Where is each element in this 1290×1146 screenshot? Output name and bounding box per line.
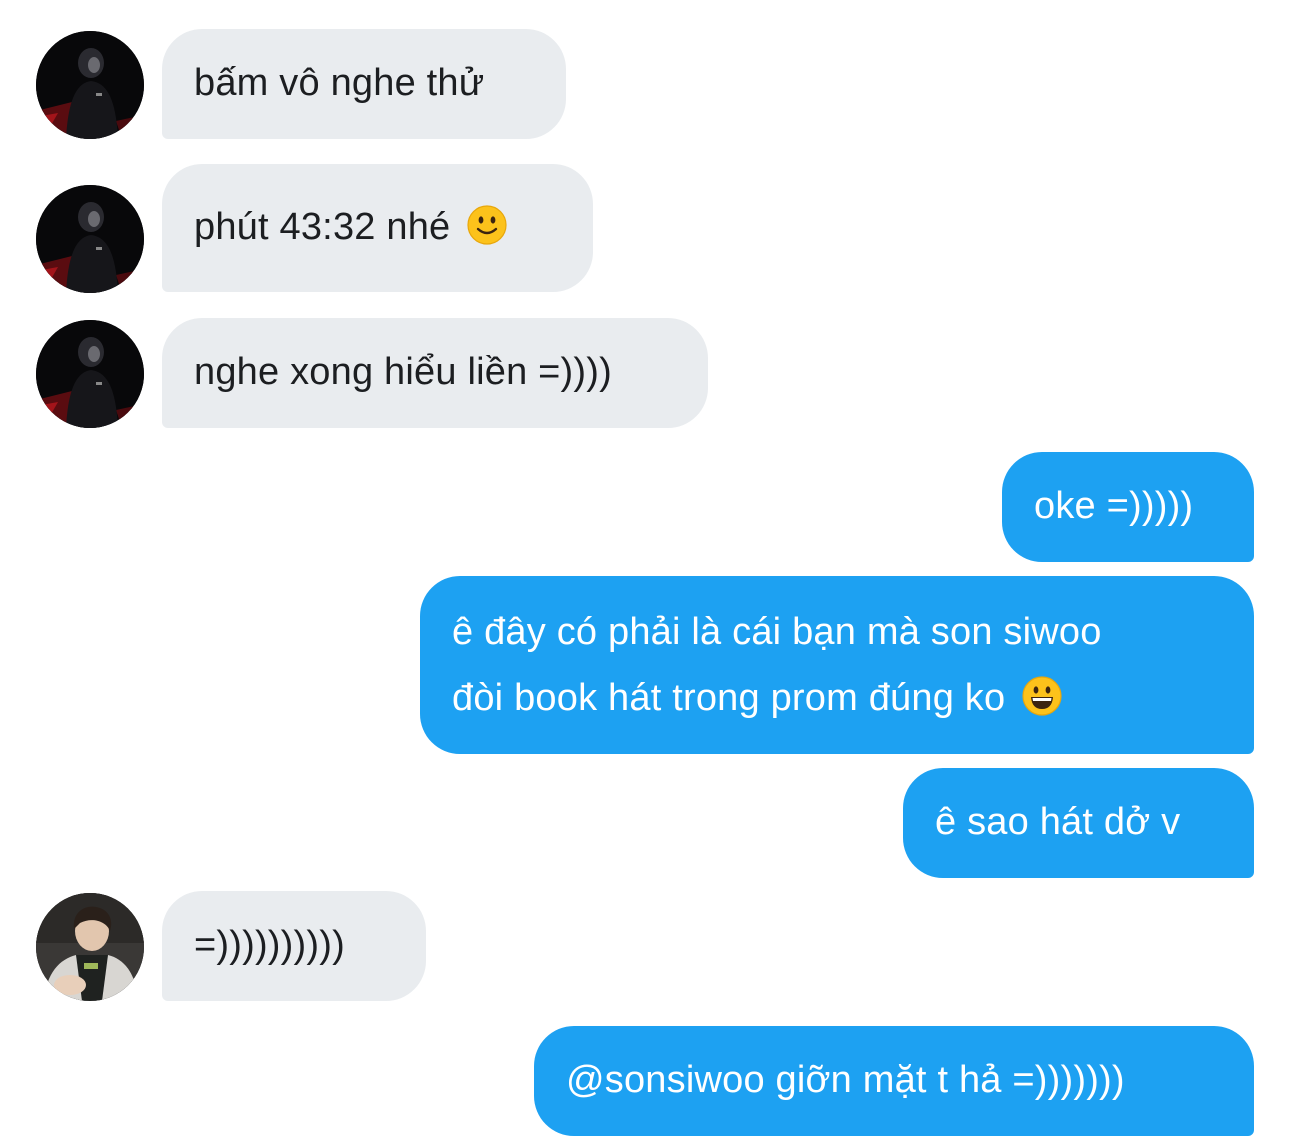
sender-avatar[interactable] — [36, 185, 144, 293]
message-text: nghe xong hiểu liền =)))) — [194, 351, 612, 393]
message-bubble[interactable]: =)))))))))) — [162, 891, 426, 1001]
message-text: @sonsiwoo giỡn mặt t hả =))))))) — [566, 1059, 1125, 1101]
sender-avatar[interactable] — [36, 893, 144, 1001]
message-thread: bấm vô nghe thử phút 43:32 nhé nghe xong… — [0, 0, 1290, 1146]
message-text: =)))))))))) — [194, 924, 345, 966]
grinning-face-icon — [1022, 676, 1062, 716]
message-text-line: ê đây có phải là cái bạn mà son siwoo — [452, 611, 1102, 653]
slightly-smiling-face-icon — [467, 205, 507, 245]
message-text: bấm vô nghe thử — [194, 62, 485, 104]
message-bubble[interactable]: oke =))))) — [1002, 452, 1254, 562]
message-text: phút 43:32 nhé — [194, 206, 451, 248]
message-bubble[interactable]: ê đây có phải là cái bạn mà son siwoo đò… — [420, 576, 1254, 754]
message-text: đòi book hát trong prom đúng ko — [452, 677, 1006, 719]
sender-avatar[interactable] — [36, 320, 144, 428]
message-text: ê sao hát dở v — [935, 801, 1181, 843]
message-text: oke =))))) — [1034, 485, 1194, 527]
message-bubble[interactable]: phút 43:32 nhé — [162, 164, 593, 292]
message-bubble[interactable]: bấm vô nghe thử — [162, 29, 566, 139]
message-bubble[interactable]: nghe xong hiểu liền =)))) — [162, 318, 708, 428]
sender-avatar[interactable] — [36, 31, 144, 139]
message-text-line: đòi book hát trong prom đúng ko — [452, 665, 1222, 731]
message-bubble[interactable]: ê sao hát dở v — [903, 768, 1254, 878]
message-bubble[interactable]: @sonsiwoo giỡn mặt t hả =))))))) — [534, 1026, 1254, 1136]
